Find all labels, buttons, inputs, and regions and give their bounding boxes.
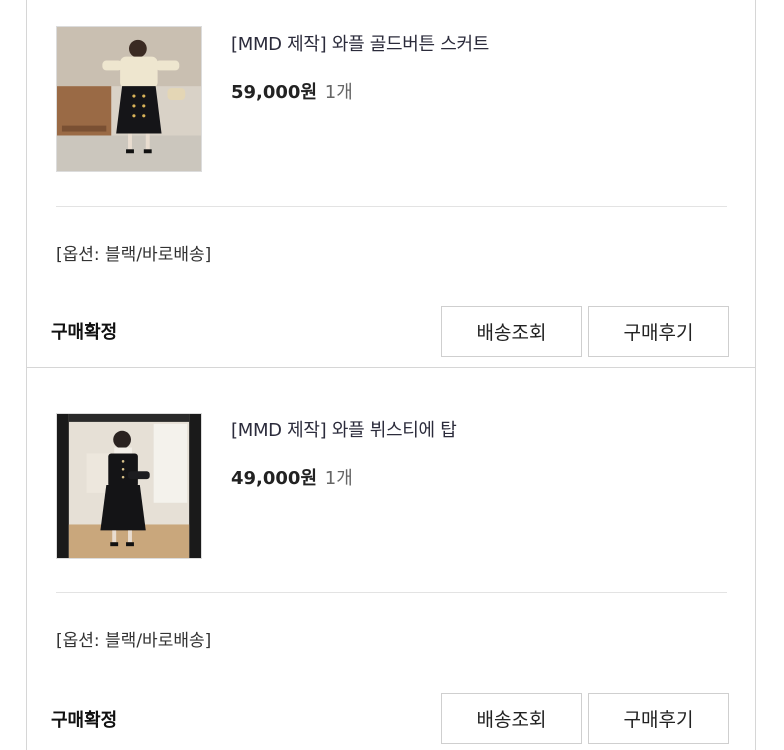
track-shipping-button[interactable]: 배송조회 <box>441 306 582 357</box>
divider <box>56 206 727 207</box>
product-title[interactable]: [MMD 제작] 와플 뷔스티에 탑 <box>231 416 457 442</box>
order-list: [MMD 제작] 와플 골드버튼 스커트 59,000원 1개 [옵션: 블랙/… <box>26 0 756 750</box>
product-quantity: 1개 <box>324 82 353 103</box>
track-shipping-button[interactable]: 배송조회 <box>441 693 582 744</box>
product-title[interactable]: [MMD 제작] 와플 골드버튼 스커트 <box>231 30 489 56</box>
product-option: [옵션: 블랙/바로배송] <box>56 245 212 265</box>
order-status: 구매확정 <box>51 710 118 731</box>
order-item: [MMD 제작] 와플 뷔스티에 탑 49,000원 1개 [옵션: 블랙/바로… <box>27 367 755 744</box>
price-unit: 원 <box>300 468 318 489</box>
product-photo-bustier <box>57 414 201 558</box>
product-quantity: 1개 <box>324 468 353 489</box>
price-unit: 원 <box>300 82 318 103</box>
order-status: 구매확정 <box>51 322 118 343</box>
product-option: [옵션: 블랙/바로배송] <box>56 631 212 651</box>
product-photo-skirt <box>57 27 201 171</box>
price-line: 59,000원 1개 <box>231 78 353 104</box>
product-thumbnail[interactable] <box>56 26 202 172</box>
write-review-button[interactable]: 구매후기 <box>588 693 729 744</box>
product-price: 49,000 <box>231 468 301 489</box>
write-review-button[interactable]: 구매후기 <box>588 306 729 357</box>
product-thumbnail[interactable] <box>56 413 202 559</box>
divider <box>56 592 727 593</box>
order-item: [MMD 제작] 와플 골드버튼 스커트 59,000원 1개 [옵션: 블랙/… <box>27 0 755 368</box>
price-line: 49,000원 1개 <box>231 464 353 490</box>
product-price: 59,000 <box>231 82 301 103</box>
